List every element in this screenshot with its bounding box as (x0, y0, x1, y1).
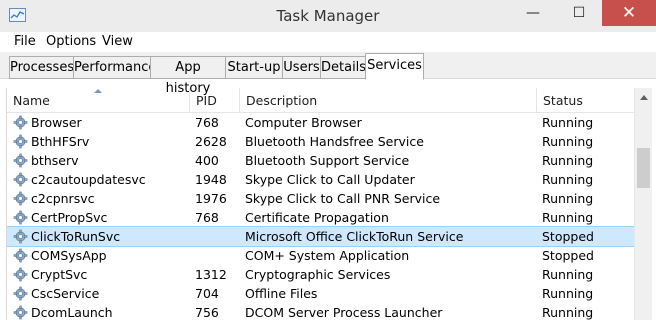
tab-users[interactable]: Users (282, 56, 321, 79)
service-gear-icon (13, 153, 28, 168)
service-pid: 400 (195, 153, 219, 168)
tab-strip: Processes Performance App history Start-… (0, 52, 656, 96)
services-table: Name PID Description Status Browser 768 Co… (6, 88, 635, 320)
service-gear-icon (13, 286, 28, 301)
service-status: Running (542, 267, 594, 282)
service-name: Browser (31, 115, 82, 130)
menu-view[interactable]: View (102, 34, 133, 49)
service-description: Skype Click to Call Updater (245, 172, 415, 187)
service-gear-icon (13, 248, 28, 263)
service-status: Running (542, 153, 594, 168)
scrollbar-thumb[interactable] (637, 148, 650, 188)
column-header-pid[interactable]: PID (189, 88, 239, 112)
service-pid: 1948 (195, 172, 227, 187)
column-header-row: Name PID Description Status (7, 88, 635, 113)
service-status: Running (542, 172, 594, 187)
tab-processes[interactable]: Processes (9, 56, 74, 79)
table-row[interactable]: BthHFSrv 2628 Bluetooth Handsfree Service R… (7, 132, 635, 151)
close-button[interactable]: ✕ (602, 0, 656, 26)
service-description: Certificate Propagation (245, 210, 389, 225)
service-status: Running (542, 191, 594, 206)
column-header-name[interactable]: Name (7, 88, 189, 112)
table-row[interactable]: c2cautoupdatesvc 1948 Skype Click to Call … (7, 170, 635, 189)
service-gear-icon (13, 229, 28, 244)
service-name: DcomLaunch (31, 305, 113, 320)
service-description: Bluetooth Handsfree Service (245, 134, 424, 149)
service-status: Running (542, 210, 594, 225)
table-row[interactable]: CryptSvc 1312 Cryptographic Services Runnin… (7, 265, 635, 284)
maximize-icon: ☐ (572, 5, 586, 21)
service-pid: 704 (195, 286, 219, 301)
service-status: Running (542, 115, 594, 130)
service-name: ClickToRunSvc (31, 229, 121, 244)
service-status: Running (542, 134, 594, 149)
service-gear-icon (13, 267, 28, 282)
service-name: bthserv (31, 153, 79, 168)
service-gear-icon (13, 305, 28, 320)
service-status: Running (542, 286, 594, 301)
table-row[interactable]: COMSysApp COM+ System Application Stopped (7, 246, 635, 265)
table-row[interactable]: Browser 768 Computer Browser Running (7, 113, 635, 132)
service-description: Computer Browser (245, 115, 362, 130)
service-gear-icon (13, 134, 28, 149)
service-description: Offline Files (245, 286, 318, 301)
service-name: CscService (31, 286, 100, 301)
menu-bar: File Options View (0, 32, 656, 52)
close-icon: ✕ (621, 3, 637, 23)
table-row[interactable]: ClickToRunSvc Microsoft Office ClickToRun… (7, 226, 635, 247)
service-gear-icon (13, 172, 28, 187)
service-description: Bluetooth Support Service (245, 153, 410, 168)
service-name: CertPropSvc (31, 210, 108, 225)
column-header-status[interactable]: Status (536, 88, 635, 112)
column-header-pid-label: PID (196, 93, 217, 108)
tab-start-up[interactable]: Start-up (225, 56, 283, 79)
service-name: c2cpnrsvc (31, 191, 95, 206)
column-header-description-label: Description (246, 93, 318, 108)
sort-ascending-icon (94, 89, 102, 93)
column-header-description[interactable]: Description (239, 88, 536, 112)
title-bar: Task Manager — ☐ ✕ (0, 0, 656, 32)
service-gear-icon (13, 115, 28, 130)
tab-performance[interactable]: Performance (73, 56, 156, 79)
table-row[interactable]: DcomLaunch 756 DCOM Server Process Launche… (7, 303, 635, 320)
service-name: CryptSvc (31, 267, 88, 282)
table-row[interactable]: c2cpnrsvc 1976 Skype Click to Call PNR Ser… (7, 189, 635, 208)
column-header-status-label: Status (543, 93, 583, 108)
service-gear-icon (13, 191, 28, 206)
service-status: Stopped (542, 229, 594, 244)
service-status: Stopped (542, 248, 594, 263)
service-pid: 768 (195, 210, 219, 225)
service-pid: 2628 (195, 134, 227, 149)
table-row[interactable]: CertPropSvc 768 Certificate Propagation Run… (7, 208, 635, 227)
tab-details[interactable]: Details (320, 56, 366, 79)
service-status: Running (542, 305, 594, 320)
vertical-scrollbar[interactable] (634, 88, 652, 320)
menu-file[interactable]: File (14, 34, 36, 49)
service-pid: 1312 (195, 267, 227, 282)
tab-app-history[interactable]: App history (150, 56, 226, 96)
table-row[interactable]: bthserv 400 Bluetooth Support Service Runni… (7, 151, 635, 170)
menu-options[interactable]: Options (46, 34, 96, 49)
minimize-icon: — (526, 5, 540, 21)
minimize-button[interactable]: — (510, 0, 556, 26)
service-name: BthHFSrv (31, 134, 90, 149)
service-pid: 768 (195, 115, 219, 130)
service-name: COMSysApp (31, 248, 107, 263)
service-name: c2cautoupdatesvc (31, 172, 146, 187)
maximize-button[interactable]: ☐ (556, 0, 602, 26)
service-gear-icon (13, 210, 28, 225)
service-description: COM+ System Application (245, 248, 410, 263)
column-header-name-label: Name (13, 93, 50, 108)
scroll-up-arrow-icon[interactable] (640, 95, 648, 100)
service-pid: 756 (195, 305, 219, 320)
service-description: Cryptographic Services (245, 267, 391, 282)
service-description: Microsoft Office ClickToRun Service (245, 229, 464, 244)
table-row[interactable]: CscService 704 Offline Files Running (7, 284, 635, 303)
tab-services[interactable]: Services (365, 53, 424, 80)
service-description: DCOM Server Process Launcher (245, 305, 443, 320)
service-description: Skype Click to Call PNR Service (245, 191, 441, 206)
service-pid: 1976 (195, 191, 227, 206)
